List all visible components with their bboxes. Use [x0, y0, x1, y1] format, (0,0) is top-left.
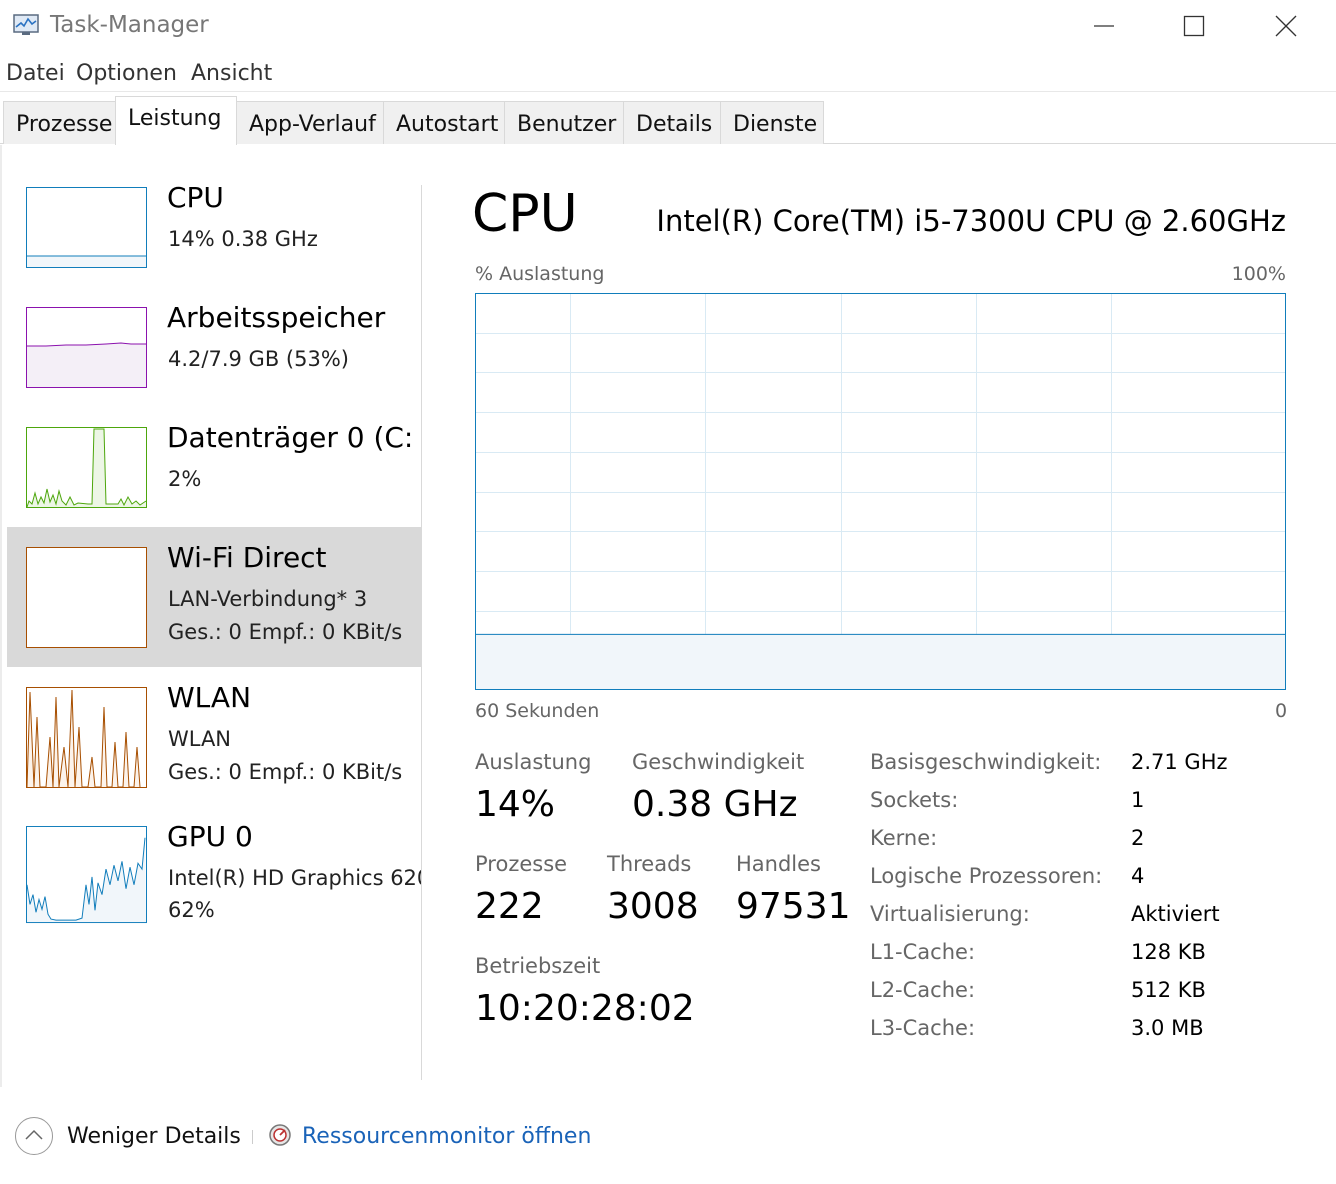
footer-separator: [252, 1130, 253, 1144]
gpu-item-utilization: 62%: [168, 898, 215, 922]
gpu-thumbnail-graph: [26, 826, 147, 925]
spec-value-logical-processors: 4: [1131, 864, 1145, 888]
spec-key-sockets: Sockets:: [870, 788, 959, 812]
graph-y-label: % Auslastung: [475, 263, 605, 285]
tab-app-verlauf[interactable]: App-Verlauf: [236, 101, 384, 144]
memory-item-title: Arbeitsspeicher: [167, 301, 386, 334]
threads-value: 3008: [607, 886, 699, 927]
cpu-item-title: CPU: [167, 181, 224, 214]
minimize-icon: [1094, 25, 1114, 27]
close-icon: [1275, 15, 1297, 37]
disk-thumbnail-graph: [26, 427, 147, 508]
memory-item-summary: 4.2/7.9 GB (53%): [168, 347, 349, 371]
resource-monitor-icon: [269, 1124, 291, 1146]
wlan-item-adapter: WLAN: [168, 727, 232, 751]
speed-label: Geschwindigkeit: [632, 750, 805, 774]
spec-key-base-speed: Basisgeschwindigkeit:: [870, 750, 1102, 774]
maximize-icon: [1183, 15, 1205, 37]
spec-value-cores: 2: [1131, 826, 1145, 850]
footer: Weniger Details Ressourcenmonitor öffnen: [0, 1090, 1336, 1184]
processes-label: Prozesse: [475, 852, 568, 876]
spec-value-virtualization: Aktiviert: [1131, 902, 1220, 926]
panel-divider[interactable]: [421, 185, 422, 1080]
cpu-thumbnail-graph: [26, 187, 147, 268]
spec-key-cores: Kerne:: [870, 826, 938, 850]
menu-optionen[interactable]: Optionen: [76, 61, 177, 86]
task-manager-icon: [13, 14, 39, 35]
tab-leistung[interactable]: Leistung: [115, 96, 237, 145]
spec-value-l2-cache: 512 KB: [1131, 978, 1206, 1002]
tab-details[interactable]: Details: [623, 101, 721, 144]
wlan-item-throughput: Ges.: 0 Empf.: 0 KBit/s: [168, 760, 403, 784]
close-button[interactable]: [1240, 0, 1332, 52]
window-title: Task-Manager: [50, 12, 209, 38]
spec-key-l3-cache: L3-Cache:: [870, 1016, 976, 1040]
processes-value: 222: [475, 886, 544, 927]
spec-value-l1-cache: 128 KB: [1131, 940, 1206, 964]
spec-key-virtualization: Virtualisierung:: [870, 902, 1030, 926]
cpu-usage-graph: [475, 293, 1286, 690]
minimize-button[interactable]: [1058, 0, 1150, 52]
spec-value-l3-cache: 3.0 MB: [1131, 1016, 1204, 1040]
cpu-usage-area: [476, 634, 1285, 690]
tab-dienste[interactable]: Dienste: [720, 101, 824, 144]
spec-key-l1-cache: L1-Cache:: [870, 940, 976, 964]
menu-bar: Datei Optionen Ansicht: [0, 58, 1336, 92]
wlan-item-title: WLAN: [167, 681, 252, 714]
spec-value-sockets: 1: [1131, 788, 1145, 812]
wifi-direct-item-title: Wi-Fi Direct: [167, 541, 327, 574]
open-resource-monitor-link[interactable]: Ressourcenmonitor öffnen: [302, 1124, 591, 1149]
menu-datei[interactable]: Datei: [6, 61, 65, 86]
tab-autostart[interactable]: Autostart: [383, 101, 505, 144]
maximize-button[interactable]: [1148, 0, 1240, 52]
wifi-direct-item-throughput: Ges.: 0 Empf.: 0 KBit/s: [168, 620, 403, 644]
disk-item-title: Datenträger 0 (C: D:): [167, 421, 421, 454]
wifi-direct-item-adapter: LAN-Verbindung* 3: [168, 587, 368, 611]
uptime-value: 10:20:28:02: [475, 988, 695, 1029]
tab-benutzer[interactable]: Benutzer: [504, 101, 624, 144]
utilization-value: 14%: [475, 784, 556, 825]
chevron-up-icon[interactable]: [15, 1117, 53, 1155]
uptime-label: Betriebszeit: [475, 954, 601, 978]
tab-bar: Prozesse Leistung App-Verlauf Autostart …: [0, 96, 1336, 145]
spec-key-logical-processors: Logische Prozessoren:: [870, 864, 1103, 888]
resource-item-wlan[interactable]: WLAN WLAN Ges.: 0 Empf.: 0 KBit/s: [7, 667, 421, 807]
handles-label: Handles: [736, 852, 821, 876]
memory-thumbnail-graph: [26, 307, 147, 388]
graph-y-max-label: 100%: [1231, 263, 1286, 285]
handles-value: 97531: [736, 886, 851, 927]
wlan-thumbnail-graph: [26, 687, 147, 788]
resource-item-wifi-direct[interactable]: Wi-Fi Direct LAN-Verbindung* 3 Ges.: 0 E…: [7, 527, 421, 667]
tab-prozesse[interactable]: Prozesse: [3, 101, 116, 144]
resource-item-memory[interactable]: Arbeitsspeicher 4.2/7.9 GB (53%): [7, 287, 421, 427]
title-bar[interactable]: Task-Manager: [0, 0, 1336, 52]
cpu-model-name: Intel(R) Core(TM) i5-7300U CPU @ 2.60GHz: [656, 204, 1286, 238]
gpu-item-adapter: Intel(R) HD Graphics 620: [168, 866, 421, 890]
resource-item-cpu[interactable]: CPU 14% 0.38 GHz: [7, 167, 421, 307]
disk-item-summary: 2%: [168, 467, 202, 491]
fewer-details-button[interactable]: Weniger Details: [67, 1124, 241, 1149]
threads-label: Threads: [607, 852, 692, 876]
detail-title: CPU: [472, 184, 578, 244]
speed-value: 0.38 GHz: [632, 784, 798, 825]
cpu-item-summary: 14% 0.38 GHz: [168, 227, 318, 251]
utilization-label: Auslastung: [475, 750, 592, 774]
graph-x-label: 60 Sekunden: [475, 700, 600, 722]
spec-key-l2-cache: L2-Cache:: [870, 978, 976, 1002]
graph-x-min-label: 0: [1275, 700, 1288, 722]
menu-ansicht[interactable]: Ansicht: [191, 61, 272, 86]
resource-item-disk[interactable]: Datenträger 0 (C: D:) 2%: [7, 407, 421, 547]
resource-item-gpu[interactable]: GPU 0 Intel(R) HD Graphics 620 62%: [7, 806, 421, 946]
wifi-direct-thumbnail-graph: [26, 547, 147, 648]
gpu-item-title: GPU 0: [167, 820, 253, 853]
spec-value-base-speed: 2.71 GHz: [1131, 750, 1228, 774]
